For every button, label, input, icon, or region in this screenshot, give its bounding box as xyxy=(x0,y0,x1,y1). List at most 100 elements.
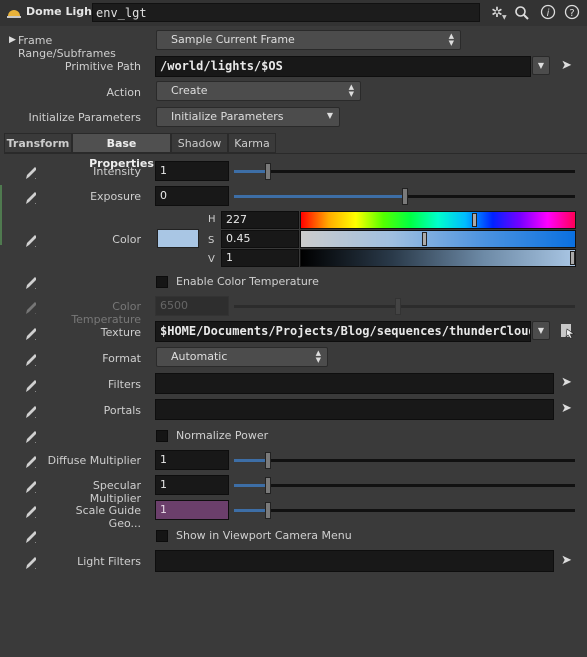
primitive-path-field[interactable]: /world/lights/$OS xyxy=(155,56,531,77)
hue-slider-handle[interactable] xyxy=(472,213,477,227)
specular-multiplier-slider[interactable] xyxy=(234,477,575,494)
normalize-power-checkbox[interactable] xyxy=(156,430,168,442)
pencil-icon[interactable] xyxy=(24,233,36,247)
diffuse-multiplier-slider[interactable] xyxy=(234,452,575,469)
texture-path-field[interactable]: $HOME/Documents/Projects/Blog/sequences/… xyxy=(155,321,531,342)
specular-multiplier-field[interactable]: 1 xyxy=(155,475,229,495)
expand-arrow-icon[interactable]: ▶ xyxy=(9,35,16,45)
texture-label: Texture xyxy=(100,326,141,339)
frame-range-label: Frame Range/Subframes xyxy=(18,34,116,60)
hue-field[interactable]: 227 xyxy=(221,211,299,229)
primitive-path-label: Primitive Path xyxy=(64,60,141,73)
pencil-icon[interactable] xyxy=(24,190,36,204)
select-arrow-icon[interactable]: ➤ xyxy=(561,401,572,416)
exposure-slider[interactable] xyxy=(234,188,575,205)
scale-guide-geo-slider[interactable] xyxy=(234,502,575,519)
saturation-field[interactable]: 0.45 xyxy=(221,230,299,248)
initialize-parameters-menu[interactable]: Initialize Parameters ▼ xyxy=(156,107,340,127)
scale-guide-geo-label: Scale Guide Geo... xyxy=(75,504,141,530)
portals-field[interactable] xyxy=(155,399,554,420)
pencil-icon[interactable] xyxy=(24,352,36,366)
format-menu-value: Automatic xyxy=(171,350,228,363)
dome-light-icon xyxy=(7,10,21,18)
scale-guide-geo-field[interactable]: 1 xyxy=(155,500,229,520)
specular-multiplier-slider-fill xyxy=(234,484,268,487)
format-label: Format xyxy=(102,352,141,365)
hue-label: H xyxy=(208,214,216,225)
hue-gradient-slider[interactable] xyxy=(300,211,576,229)
pencil-icon[interactable] xyxy=(24,454,36,468)
saturation-slider-handle[interactable] xyxy=(422,232,427,246)
intensity-field[interactable]: 1 xyxy=(155,161,229,181)
saturation-gradient-slider[interactable] xyxy=(300,230,576,248)
file-chooser-icon[interactable] xyxy=(560,323,575,339)
info-icon[interactable]: i xyxy=(540,4,556,20)
scale-guide-geo-slider-handle[interactable] xyxy=(265,502,271,519)
show-in-viewport-camera-menu-checkbox[interactable] xyxy=(156,530,168,542)
enable-color-temperature-checkbox[interactable] xyxy=(156,276,168,288)
pencil-icon[interactable] xyxy=(24,479,36,493)
tab-transform[interactable]: Transform xyxy=(4,133,72,153)
color-temperature-slider xyxy=(234,298,575,315)
specular-multiplier-label: Specular Multiplier xyxy=(89,479,141,505)
light-filters-label: Light Filters xyxy=(77,555,141,568)
value-label: V xyxy=(208,254,215,265)
specular-multiplier-slider-handle[interactable] xyxy=(265,477,271,494)
color-swatch[interactable] xyxy=(157,229,199,248)
select-arrow-icon[interactable]: ➤ xyxy=(561,375,572,390)
pencil-icon[interactable] xyxy=(24,529,36,543)
initialize-parameters-menu-value: Initialize Parameters xyxy=(171,110,284,123)
search-icon[interactable] xyxy=(514,5,530,21)
side-indicator xyxy=(0,185,2,245)
select-arrow-icon[interactable]: ➤ xyxy=(561,553,572,568)
color-temperature-slider-handle xyxy=(395,298,401,315)
exposure-field[interactable]: 0 xyxy=(155,186,229,206)
intensity-slider[interactable] xyxy=(234,163,575,180)
pencil-icon[interactable] xyxy=(24,275,36,289)
intensity-slider-handle[interactable] xyxy=(265,163,271,180)
value-gradient-slider[interactable] xyxy=(300,249,576,267)
texture-dropdown-icon[interactable]: ▼ xyxy=(532,321,550,340)
dropdown-arrow-icon: ▼ xyxy=(326,111,333,120)
action-menu[interactable]: Create ▲ ▼ xyxy=(156,81,361,101)
saturation-label: S xyxy=(208,235,215,246)
pencil-icon[interactable] xyxy=(24,326,36,340)
diffuse-multiplier-label: Diffuse Multiplier xyxy=(47,454,141,467)
tab-base-properties[interactable]: Base Properties xyxy=(72,133,171,170)
svg-text:?: ? xyxy=(569,8,574,19)
help-icon[interactable]: ? xyxy=(564,4,580,20)
filters-field[interactable] xyxy=(155,373,554,394)
normalize-power-label: Normalize Power xyxy=(176,429,269,442)
diffuse-multiplier-slider-fill xyxy=(234,459,268,462)
light-filters-field[interactable] xyxy=(155,550,554,572)
tab-karma[interactable]: Karma xyxy=(228,133,276,153)
pencil-icon[interactable] xyxy=(24,378,36,392)
primitive-path-dropdown-icon[interactable]: ▼ xyxy=(532,56,550,75)
select-arrow-icon[interactable]: ➤ xyxy=(561,58,572,73)
pencil-icon[interactable] xyxy=(24,555,36,569)
pencil-icon[interactable] xyxy=(24,429,36,443)
pencil-icon[interactable] xyxy=(24,165,36,179)
format-menu[interactable]: Automatic ▲ ▼ xyxy=(156,347,328,367)
pencil-icon[interactable] xyxy=(24,504,36,518)
pencil-icon[interactable] xyxy=(24,404,36,418)
color-label: Color xyxy=(112,233,141,246)
frame-range-menu-value: Sample Current Frame xyxy=(171,33,295,46)
pencil-icon xyxy=(26,302,36,314)
value-slider-handle[interactable] xyxy=(570,251,575,265)
show-in-viewport-camera-menu-label: Show in Viewport Camera Menu xyxy=(176,529,352,542)
parameter-header: Dome Light env_lgt ✲ ▼ i ? xyxy=(0,0,587,26)
diffuse-multiplier-slider-handle[interactable] xyxy=(265,452,271,469)
menu-stepper-icon: ▲ ▼ xyxy=(315,349,321,364)
exposure-slider-handle[interactable] xyxy=(402,188,408,205)
value-field[interactable]: 1 xyxy=(221,249,299,267)
tab-shadow[interactable]: Shadow xyxy=(171,133,228,153)
diffuse-multiplier-field[interactable]: 1 xyxy=(155,450,229,470)
frame-range-menu[interactable]: Sample Current Frame ▲ ▼ xyxy=(156,30,461,50)
node-name-field[interactable]: env_lgt xyxy=(92,3,480,22)
scale-guide-geo-slider-fill xyxy=(234,509,268,512)
action-label: Action xyxy=(106,86,141,99)
svg-text:i: i xyxy=(547,8,550,19)
action-menu-value: Create xyxy=(171,84,208,97)
color-temperature-label: Color Temperature xyxy=(71,300,141,326)
